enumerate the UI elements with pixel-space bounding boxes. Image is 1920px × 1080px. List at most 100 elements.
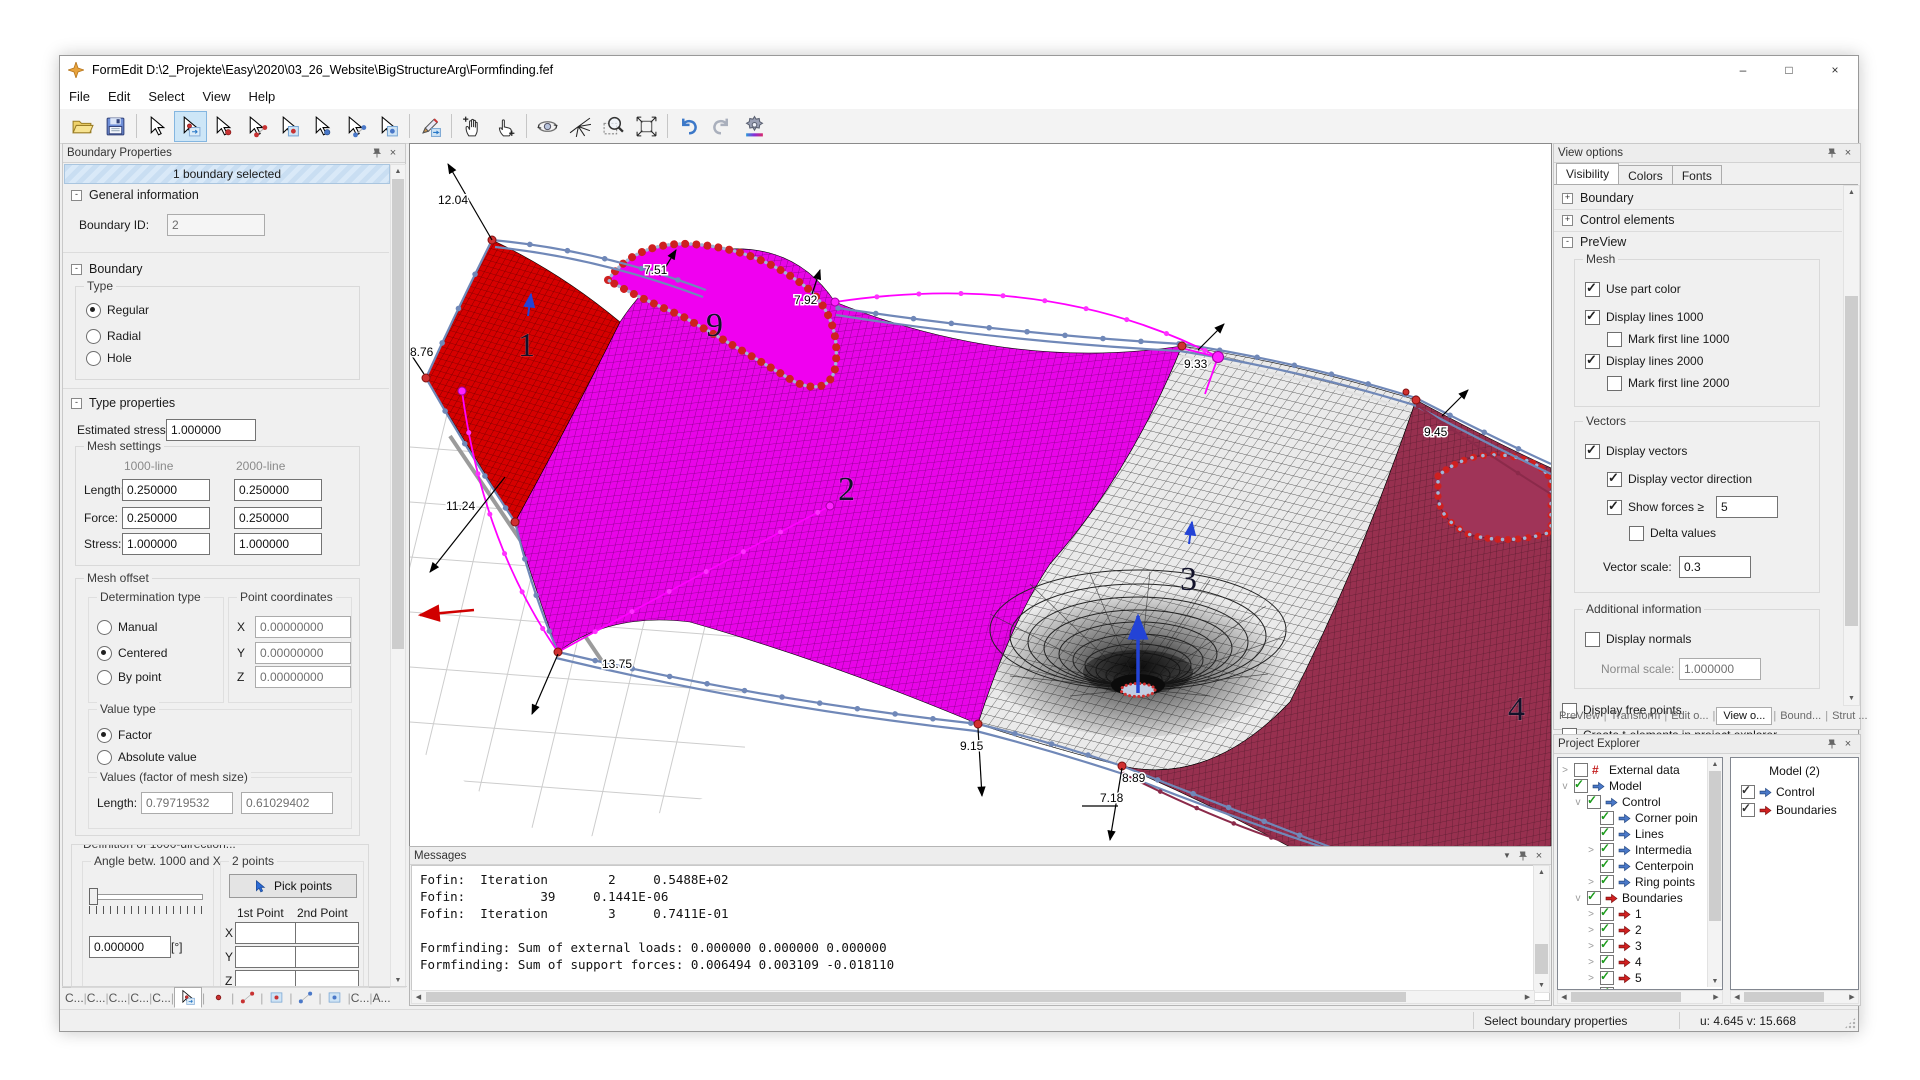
panel-tab-line-red[interactable] [234,988,260,1007]
tree-checkbox[interactable] [1600,907,1614,921]
coord-x-field[interactable]: 0.00000000 [255,616,351,638]
expander-icon[interactable]: > [1586,957,1596,968]
tab-colors[interactable]: Colors [1618,165,1673,185]
boundary-panel-scrollbar[interactable]: ▲ ▼ [390,164,406,988]
checkbox[interactable] [1607,332,1622,347]
tree-item-4[interactable]: >4 [1586,954,1642,970]
close-button[interactable]: × [1812,56,1858,84]
radio[interactable] [97,670,112,685]
tree-item-centerpoin[interactable]: Centerpoin [1586,858,1694,874]
radio[interactable] [97,750,112,765]
tree-item-boundaries[interactable]: vBoundaries [1573,890,1683,906]
mesh-option-1[interactable]: Display lines 1000 [1585,308,1703,326]
panel-tab-box-blue[interactable] [322,988,348,1007]
select-boundary-button[interactable] [174,111,207,142]
pin-icon[interactable] [1515,849,1531,863]
section-type-properties[interactable]: - Type properties [71,396,175,410]
dock-tab-viewo[interactable]: View o... [1716,707,1772,725]
expander-icon[interactable]: > [1586,845,1596,856]
edit-boundary-button[interactable] [414,111,447,142]
point-x-field[interactable] [295,922,359,944]
mesh-length-field[interactable]: 0.250000 [234,479,322,501]
pick-hand-button[interactable] [489,111,522,142]
show-forces-field[interactable]: 5 [1716,496,1778,518]
mesh-option-4[interactable]: Mark first line 2000 [1607,374,1729,392]
radio[interactable] [97,620,112,635]
tree-checkbox[interactable] [1600,859,1614,873]
menu-view[interactable]: View [194,84,240,109]
checkbox[interactable] [1585,632,1600,647]
collapse-icon[interactable]: - [71,264,82,275]
messages-hscrollbar[interactable]: ◀ ▶ [411,990,1535,1004]
model-canvas[interactable]: 12.048.767.517.929.339.4511.2413.759.158… [409,143,1552,848]
section-boundary[interactable]: - Boundary [71,262,143,276]
close-icon[interactable]: × [1531,849,1547,863]
view-options-scrollbar[interactable]: ▲ ▼ [1843,185,1860,706]
tree-checkbox[interactable] [1600,827,1614,841]
angle-slider[interactable] [89,894,203,900]
select-box-blue-button[interactable] [372,111,405,142]
section-preview[interactable]: -PreView [1562,235,1626,249]
radio[interactable] [97,728,112,743]
value-type-option[interactable]: Absolute value [97,748,197,766]
tree-checkbox[interactable] [1600,955,1614,969]
select-cursor-button[interactable] [141,111,174,142]
coord-y-field[interactable]: 0.00000000 [255,642,351,664]
checkbox[interactable] [1585,310,1600,325]
mesh-option-2[interactable]: Mark first line 1000 [1607,330,1729,348]
expander-icon[interactable]: v [1573,797,1583,808]
mesh-option-3[interactable]: Display lines 2000 [1585,352,1703,370]
tree-checkbox[interactable] [1587,891,1601,905]
vector-scale-field[interactable]: 0.3 [1679,556,1751,578]
mesh-stress-field[interactable]: 1.000000 [122,533,210,555]
type-option-regular[interactable]: Regular [86,301,149,319]
panel-tab-text[interactable]: C... [87,991,106,1005]
expander-icon[interactable]: > [1586,909,1596,920]
maximize-button[interactable]: □ [1766,56,1812,84]
close-icon[interactable]: × [385,146,401,160]
zoom-fit-button[interactable] [630,111,663,142]
tab-visibility[interactable]: Visibility [1556,163,1619,185]
tree-item-1[interactable]: >1 [1586,906,1642,922]
panel-tab-select-boundary[interactable] [174,987,202,1008]
tree-item-2[interactable]: >2 [1586,922,1642,938]
mesh-length-field[interactable]: 0.250000 [122,479,210,501]
detail-checkbox[interactable] [1741,785,1755,799]
panel-tab-text[interactable]: A... [373,991,391,1005]
expander-icon[interactable]: v [1573,893,1583,904]
checkbox[interactable] [1585,282,1600,297]
save-button[interactable] [99,111,132,142]
estimated-stress-field[interactable]: 1.000000 [166,419,256,441]
checkbox[interactable] [1585,444,1600,459]
tab-fonts[interactable]: Fonts [1672,165,1722,185]
values-length-1000-field[interactable]: 0.79719532 [141,792,233,814]
dropdown-icon[interactable]: ▼ [1499,849,1515,863]
mesh-force-field[interactable]: 0.250000 [234,507,322,529]
point-y-field[interactable] [235,946,299,968]
collapse-icon[interactable]: - [71,398,82,409]
messages-vscrollbar[interactable]: ▲ ▼ [1533,865,1550,993]
checkbox[interactable] [1629,526,1644,541]
panel-tab-text[interactable]: C... [109,991,128,1005]
detail-checkbox[interactable] [1741,803,1755,817]
tree-checkbox[interactable] [1600,923,1614,937]
tree-checkbox[interactable] [1574,779,1588,793]
tree-item-lines[interactable]: Lines [1586,826,1664,842]
tree-hscrollbar[interactable]: ◀ ▶ [1557,990,1723,1004]
section-general-information[interactable]: - General information [71,188,199,202]
checkbox[interactable] [1607,500,1622,515]
type-option-hole[interactable]: Hole [86,349,132,367]
vectors-option-3[interactable]: Delta values [1629,524,1716,542]
determination-option[interactable]: By point [97,668,161,686]
orbit-view-button[interactable] [531,111,564,142]
undo-button[interactable] [672,111,705,142]
angle-slider-thumb[interactable] [89,888,98,905]
pin-icon[interactable] [1824,146,1840,160]
coord-z-field[interactable]: 0.00000000 [255,666,351,688]
display-normals-option[interactable]: Display normals [1585,630,1691,648]
angle-value-field[interactable]: 0.000000 [89,936,171,958]
expander-icon[interactable]: > [1560,765,1570,776]
checkbox[interactable] [1607,472,1622,487]
dock-tab-bound[interactable]: Bound... [1777,708,1824,724]
determination-option[interactable]: Manual [97,618,157,636]
